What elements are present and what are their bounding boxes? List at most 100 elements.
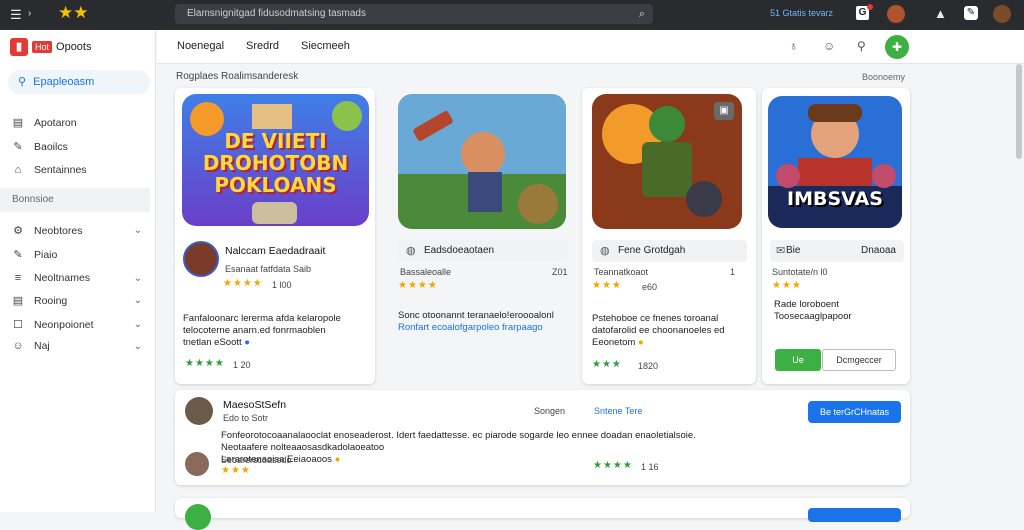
sidebar-item-label: Baoilcs <box>34 140 68 153</box>
fire-icon[interactable]: ♁ <box>789 39 798 53</box>
reviewer-sub: Edo to Sotr <box>223 413 269 423</box>
game-subtitle: Bassaleoalle <box>400 267 452 277</box>
search-icon[interactable]: ⌕ <box>639 4 645 24</box>
page-title: Rogplaes Roalimsanderesk <box>176 71 299 82</box>
profile-avatar-icon[interactable] <box>993 5 1011 23</box>
game-name[interactable]: Nalccam Eaedadraait <box>225 245 325 257</box>
sidebar-item-label: Neonpoionet <box>34 318 94 331</box>
add-icon[interactable]: ✚ <box>885 35 909 59</box>
sidebar-sub-item-0[interactable]: ⚙ Neobtores ⌄ <box>12 224 142 238</box>
sidebar-item-0[interactable]: ▤ Apotaron <box>12 116 142 130</box>
chevron-down-icon[interactable]: ⌄ <box>134 341 142 352</box>
chat-icon[interactable]: ☺ <box>823 39 835 53</box>
review-link[interactable]: Sntene Tere <box>594 406 642 416</box>
chevron-down-icon[interactable]: ⌄ <box>134 273 142 284</box>
alert-icon[interactable]: ▲ <box>934 6 947 21</box>
top-link[interactable]: 51 Gtatis tevarz <box>770 8 833 18</box>
sidebar-item-label: Neoltnames <box>34 272 91 284</box>
details-button[interactable]: Dcmgeccer <box>822 349 896 371</box>
game-name-label: Fene Grotdgah <box>618 245 686 256</box>
sidebar-item-1[interactable]: ✎ Baoilcs <box>12 140 142 154</box>
rating-stars: ★★★★ <box>185 358 225 369</box>
gear-icon: ⚙ <box>13 225 23 237</box>
chevron-down-icon[interactable]: ⌄ <box>134 319 142 330</box>
brand[interactable]: ▮ Hot Opoots <box>10 38 91 56</box>
sidebar-item-2[interactable]: ⌂ Sentainnes <box>12 164 142 176</box>
chevron-down-icon[interactable]: ⌄ <box>134 295 142 306</box>
rating-value: 1 20 <box>233 360 251 370</box>
brand-badge: Hot <box>32 41 53 53</box>
game-name[interactable]: ✉ Bie Dnaoaa <box>770 240 904 262</box>
desc-line: datofarolid ee choonanoeles ed <box>592 325 725 336</box>
sidebar-sub-item-2[interactable]: ≡ Neoltnames ⌄ <box>12 272 142 284</box>
review-card-partial <box>175 498 910 530</box>
emoji-icon: ● <box>334 454 341 465</box>
game-card[interactable]: IMBSVAS ✉ Bie Dnaoaa Suntotate/n l0 ★★★ … <box>762 88 910 384</box>
see-more-link[interactable]: Boonoemy <box>862 72 905 82</box>
desc-line: Eeonetom ● <box>592 337 644 348</box>
menu-icon[interactable]: ☰ <box>10 7 22 23</box>
sidebar-item-label: Apotaron <box>34 116 77 129</box>
chevron-down-icon[interactable]: ⌄ <box>134 225 142 236</box>
sidebar-item-label: Naj <box>34 340 50 352</box>
action-button[interactable] <box>808 508 901 522</box>
review-middle: Songen <box>534 406 566 416</box>
desc-line: telocoterne anarn.ed fonrmaoblen <box>183 325 326 336</box>
review-line: Lerarotenaoisa Eeiaoaoos ● <box>221 454 341 465</box>
game-name[interactable]: ◍ Fene Grotdgah <box>592 240 747 262</box>
desc-line: Fanfaloonarc lererma afda kelaropole <box>183 313 341 324</box>
chevron-right-icon[interactable]: › <box>28 8 31 19</box>
sidebar-sub-item-3[interactable]: ▤ Rooing ⌄ <box>12 294 142 308</box>
game-card[interactable]: ◍ Eadsdoeaotaen Bassaleoalle Z01 ★★★★ So… <box>386 88 576 384</box>
sidebar-active-label: Epapleoasm <box>33 76 95 88</box>
game-art-image <box>398 94 566 229</box>
reviewer-name[interactable]: MaesoStSefn <box>223 399 286 411</box>
gamepad-icon: ◍ <box>406 245 416 257</box>
game-subtitle: Suntotate/n l0 <box>772 267 828 277</box>
rating-value: e60 <box>642 282 658 292</box>
gamepad-icon: ◍ <box>600 245 610 257</box>
sidebar-item-label: Piaio <box>34 248 58 261</box>
sidebar-item-label: Sentainnes <box>34 164 87 176</box>
game-card[interactable]: ▣ ◍ Fene Grotdgah Teannatkoaot 1 ★★★ e60… <box>582 88 756 384</box>
sidebar-sub-item-1[interactable]: ✎ Piaio <box>12 248 142 262</box>
review-text: Fonfeorotocoaanalaooclat enoseaderost. I… <box>221 430 821 466</box>
sidebar-sub-item-4[interactable]: ☐ Neonpoionet ⌄ <box>12 318 142 332</box>
user-avatar-small-icon[interactable] <box>887 5 905 23</box>
rating-stars: ★★★ <box>221 465 251 476</box>
pencil-icon: ✎ <box>13 249 23 261</box>
game-subtitle-right: 1 <box>730 267 736 277</box>
notification-dot-icon <box>867 4 873 10</box>
game-description: Pstehoboe ce fnenes toroanal datofarolid… <box>592 313 756 349</box>
edit-icon[interactable]: ✎ <box>964 6 978 20</box>
tab-2[interactable]: Siecmeeh <box>301 40 350 52</box>
game-card[interactable]: DE VIIETI DROHOTOBN POKLOANS Nalccam Eae… <box>175 88 375 384</box>
mail-icon: ✉ <box>776 245 786 257</box>
search-input[interactable]: Elamsnignitgad fidusodmatsing tasmads ⌕ <box>175 4 653 24</box>
reply-avatar <box>185 452 209 476</box>
info-icon: ● <box>244 337 251 348</box>
square-icon: ☐ <box>13 319 23 331</box>
sidebar-item-active[interactable]: ⚲ Epapleoasm <box>8 70 150 94</box>
sidebar-item-label: Neobtores <box>34 224 83 237</box>
action-button[interactable]: Be terGrCHnatas <box>808 401 901 423</box>
desc-line: Toosecaaglpapoor <box>774 311 852 322</box>
developer-avatar <box>183 241 219 277</box>
game-name[interactable]: ◍ Eadsdoeaotaen <box>398 240 568 262</box>
tab-1[interactable]: Sredrd <box>246 40 279 52</box>
game-description: Fanfaloonarc lererma afda kelaropole tel… <box>183 313 371 349</box>
tab-0[interactable]: Noenegal <box>177 40 224 52</box>
sidebar-sub-item-5[interactable]: ☺ Naj ⌄ <box>12 340 142 352</box>
list-icon: ≡ <box>14 272 22 284</box>
pin-icon[interactable]: ⚲ <box>857 39 866 53</box>
expand-icon[interactable]: ▣ <box>714 102 734 120</box>
review-card: MaesoStSefn Edo to Sotr Songen Sntene Te… <box>175 390 910 485</box>
reply-name: Seoarerscoasodo <box>221 455 292 465</box>
install-button[interactable]: Ue <box>775 349 821 371</box>
scrollbar[interactable] <box>1016 64 1022 159</box>
game-name-label: Bie <box>786 245 801 256</box>
tag-icon: ⌂ <box>14 164 22 176</box>
sidebar-section: Bonnsioe <box>0 188 150 212</box>
rating-stars: ★★★ <box>772 280 802 291</box>
game-art-image: IMBSVAS <box>768 96 902 228</box>
